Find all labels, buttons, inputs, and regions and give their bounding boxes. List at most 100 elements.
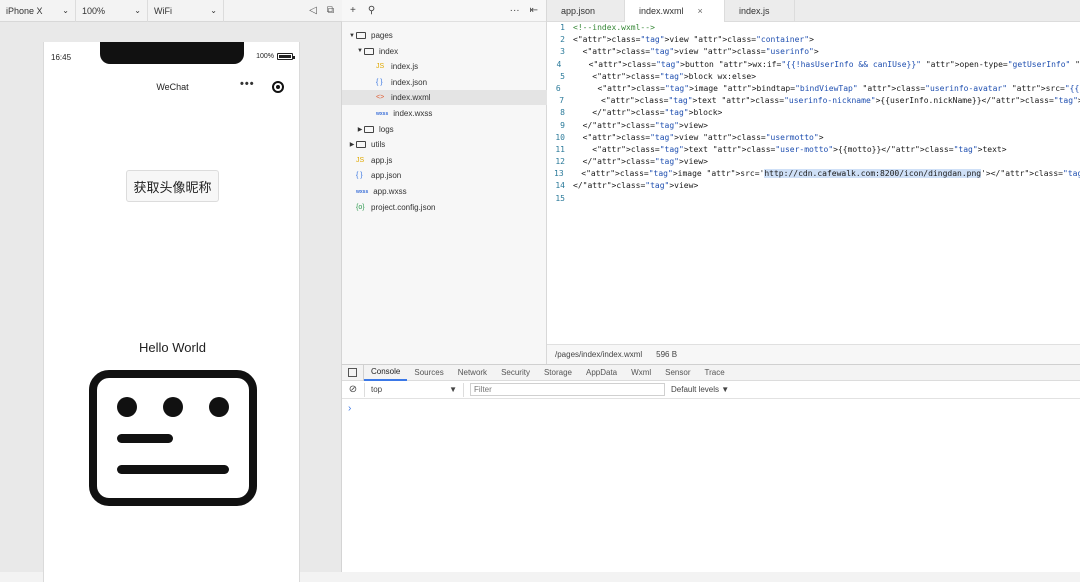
devtools-tabs: Console Sources Network Security Storage AppD… bbox=[342, 364, 1080, 381]
console-prompt[interactable]: › bbox=[348, 403, 351, 414]
code-line[interactable]: 14 </"attr">class="tag">view> bbox=[547, 180, 1080, 192]
code-line[interactable]: 12 </"attr">class="tag">view> bbox=[547, 156, 1080, 168]
tab-storage[interactable]: Storage bbox=[537, 365, 579, 381]
editor-tabs: app.json index.wxml × index.js bbox=[547, 0, 1080, 22]
file-path: /pages/index/index.wxml bbox=[555, 350, 643, 359]
code-line[interactable]: 6 <"attr">class="tag">image "attr">bindt… bbox=[547, 83, 1080, 95]
code-line[interactable]: 5 <"attr">class="tag">block wx:else> bbox=[547, 71, 1080, 83]
tree-file[interactable]: wxss index.wxss bbox=[342, 106, 547, 121]
tree-file[interactable]: {o} project.config.json bbox=[342, 200, 547, 215]
config-file-icon: {o} bbox=[356, 203, 365, 211]
add-icon[interactable]: + bbox=[350, 5, 356, 16]
tree-item-label: index.wxss bbox=[393, 109, 433, 118]
battery-status: 100% bbox=[256, 53, 295, 60]
battery-icon bbox=[277, 53, 295, 60]
tree-file[interactable]: { } app.json bbox=[342, 168, 547, 183]
expanded-arrow-icon[interactable]: ▼ bbox=[356, 48, 364, 54]
more-options-icon[interactable]: ··· bbox=[510, 5, 520, 16]
tab-appdata[interactable]: AppData bbox=[579, 365, 624, 381]
tab-app-json[interactable]: app.json bbox=[547, 0, 625, 22]
zoom-select[interactable]: 100% ⌄ bbox=[76, 0, 148, 22]
tab-label: index.js bbox=[739, 6, 770, 16]
json-file-icon: { } bbox=[376, 78, 383, 86]
tree-file[interactable]: { } index.json bbox=[342, 75, 547, 90]
code-line[interactable]: 10 <"attr">class="tag">view "attr">class… bbox=[547, 132, 1080, 144]
code-line[interactable]: 1 <!--index.wxml--> bbox=[547, 22, 1080, 34]
tree-file[interactable]: JS app.js bbox=[342, 153, 547, 168]
tab-label: app.json bbox=[561, 6, 596, 16]
wxml-file-icon: <> bbox=[376, 94, 385, 102]
code-line[interactable]: 4 <"attr">class="tag">button "attr">wx:i… bbox=[547, 59, 1080, 71]
code-text: </"attr">class="tag">block> bbox=[573, 108, 723, 118]
code-text: <!--index.wxml--> bbox=[573, 23, 655, 32]
code-area[interactable]: 1 <!--index.wxml--> 2 <"attr">class="tag">v… bbox=[547, 22, 1080, 205]
device-select[interactable]: iPhone X ⌄ bbox=[0, 0, 76, 22]
network-select-value: WiFi bbox=[154, 5, 172, 16]
search-icon[interactable]: ⚲ bbox=[368, 5, 375, 16]
folder-icon bbox=[364, 47, 374, 55]
phone-screen: 16:45 100% WeChat ••• 获取头像昵称 Hello World bbox=[43, 42, 300, 582]
tab-index-js[interactable]: index.js bbox=[725, 0, 795, 22]
tree-folder[interactable]: ▶ utils bbox=[342, 137, 547, 152]
code-text: <"attr">class="tag">block wx:else> bbox=[573, 71, 757, 81]
more-icon[interactable]: ••• bbox=[240, 78, 255, 90]
code-line[interactable]: 2 <"attr">class="tag">view "attr">class="… bbox=[547, 34, 1080, 46]
code-line[interactable]: 7 <"attr">class="tag">text "attr">class=… bbox=[547, 95, 1080, 107]
layout-toggle-icon[interactable]: ⇤ bbox=[530, 5, 538, 16]
explorer-toolbar: + ⚲ ··· ⇤ bbox=[342, 0, 546, 22]
close-icon[interactable]: × bbox=[698, 6, 703, 16]
detach-window-icon[interactable]: ⧉ bbox=[327, 5, 334, 16]
code-line[interactable]: 13 <"attr">class="tag">image "attr">src=… bbox=[547, 168, 1080, 180]
tab-trace[interactable]: Trace bbox=[698, 365, 732, 381]
code-editor: app.json index.wxml × index.js 1 <!--inde… bbox=[547, 0, 1080, 364]
speaker-icon[interactable]: ◁ bbox=[309, 5, 317, 16]
tree-file[interactable]: <> index.wxml bbox=[342, 90, 547, 106]
tree-item-label: index.js bbox=[391, 62, 419, 72]
js-file-icon: JS bbox=[356, 156, 365, 164]
code-line[interactable]: 8 </"attr">class="tag">block> bbox=[547, 107, 1080, 119]
tab-label: index.wxml bbox=[639, 6, 684, 16]
simulator-toolbar-icons: ◁ ⧉ bbox=[309, 5, 342, 16]
inspect-icon[interactable] bbox=[342, 364, 364, 381]
tree-folder[interactable]: ▼ index bbox=[342, 44, 547, 59]
tab-sources[interactable]: Sources bbox=[407, 365, 450, 381]
tree-file[interactable]: wxss app.wxss bbox=[342, 184, 547, 199]
tab-security[interactable]: Security bbox=[494, 365, 537, 381]
folder-icon bbox=[356, 141, 366, 149]
collapsed-arrow-icon[interactable]: ▶ bbox=[348, 141, 356, 148]
tree-item-label: app.json bbox=[371, 171, 402, 181]
code-text: <"attr">class="tag">text "attr">class="u… bbox=[573, 144, 1007, 154]
expanded-arrow-icon[interactable]: ▼ bbox=[348, 33, 356, 39]
phone-notch bbox=[100, 42, 244, 64]
code-line[interactable]: 15 bbox=[547, 193, 1080, 205]
tree-item-label: app.js bbox=[371, 155, 393, 165]
context-select[interactable]: top ▼ bbox=[364, 382, 464, 397]
folder-icon bbox=[364, 125, 374, 133]
tab-sensor[interactable]: Sensor bbox=[658, 365, 697, 381]
close-miniprogram-icon[interactable] bbox=[272, 81, 284, 93]
line-number: 9 bbox=[560, 120, 565, 130]
tree-folder[interactable]: ▼ pages bbox=[342, 28, 547, 43]
tree-item-label: project.config.json bbox=[371, 202, 436, 212]
line-number: 14 bbox=[555, 181, 565, 191]
collapsed-arrow-icon[interactable]: ▶ bbox=[356, 126, 364, 133]
wxss-file-icon: wxss bbox=[376, 110, 389, 117]
tab-wxml[interactable]: Wxml bbox=[624, 365, 658, 381]
tab-index-wxml[interactable]: index.wxml × bbox=[625, 0, 725, 22]
tree-folder[interactable]: ▶ logs bbox=[342, 122, 547, 137]
tree-file[interactable]: JS index.js bbox=[342, 59, 547, 74]
get-user-info-button[interactable]: 获取头像昵称 bbox=[126, 170, 219, 202]
tab-console[interactable]: Console bbox=[364, 365, 408, 381]
code-line[interactable]: 11 <"attr">class="tag">text "attr">class… bbox=[547, 144, 1080, 156]
code-line[interactable]: 9 </"attr">class="tag">view> bbox=[547, 120, 1080, 132]
code-line[interactable]: 3 <"attr">class="tag">view "attr">class=… bbox=[547, 46, 1080, 58]
simulator-pane: iPhone X ⌄ 100% ⌄ WiFi ⌄ ◁ ⧉ 16:45 100% … bbox=[0, 0, 342, 582]
code-text: </"attr">class="tag">view> bbox=[573, 181, 699, 191]
network-select[interactable]: WiFi ⌄ bbox=[148, 0, 224, 22]
console-filter-input[interactable] bbox=[470, 383, 665, 396]
tab-network[interactable]: Network bbox=[451, 365, 494, 381]
code-text: <"attr">class="tag">image "attr">src='ht… bbox=[571, 169, 1080, 179]
no-entry-icon[interactable]: ⊘ bbox=[342, 384, 364, 395]
code-text: <"attr">class="tag">view "attr">class="c… bbox=[573, 35, 814, 45]
log-levels-select[interactable]: Default levels ▼ bbox=[671, 385, 729, 394]
